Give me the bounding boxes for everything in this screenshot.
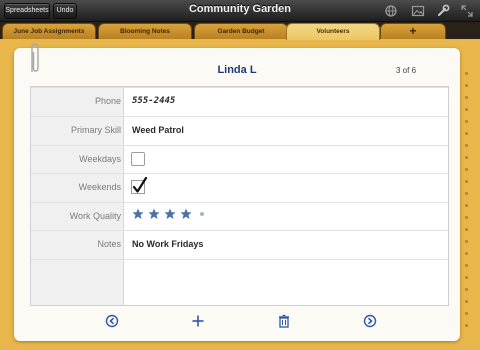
record-navigation-bar: [14, 312, 460, 332]
app-title: Community Garden: [188, 3, 292, 15]
row-divider: [31, 173, 448, 174]
rating-star-empty-icon[interactable]: [200, 212, 204, 216]
row-divider: [31, 230, 448, 231]
rating-star-filled-icon[interactable]: [132, 208, 144, 220]
notes-label: Notes: [97, 239, 121, 249]
rating-star-filled-icon[interactable]: [148, 208, 160, 220]
binder-dot: [465, 204, 468, 207]
binder-dot: [465, 108, 468, 111]
work-quality-label: Work Quality: [69, 211, 121, 221]
binder-dot: [465, 72, 468, 75]
primary-skill-value[interactable]: Weed Patrol: [132, 125, 184, 135]
binder-dot: [465, 252, 468, 255]
binder-dot: [465, 96, 468, 99]
weekdays-label: Weekdays: [79, 154, 121, 164]
undo-button[interactable]: Undo: [53, 3, 77, 19]
binder-dot: [465, 312, 468, 315]
spreadsheets-button[interactable]: Spreadsheets: [4, 3, 50, 19]
row-divider: [31, 202, 448, 203]
binder-dot: [465, 192, 468, 195]
wrench-icon[interactable]: [436, 4, 450, 18]
label-column: [31, 87, 124, 305]
binder-dot: [465, 180, 468, 183]
record-form: Phone 555-2445 Primary Skill Weed Patrol…: [30, 86, 449, 306]
delete-record-icon[interactable]: [277, 314, 291, 328]
binder-dot: [465, 228, 468, 231]
phone-value[interactable]: 555-2445: [132, 96, 175, 106]
add-tab-button[interactable]: +: [380, 23, 446, 39]
next-record-icon[interactable]: [363, 314, 377, 328]
row-divider: [31, 145, 448, 146]
top-toolbar: Spreadsheets Undo Community Garden: [0, 0, 480, 22]
add-record-icon[interactable]: [191, 314, 205, 328]
previous-record-icon[interactable]: [105, 314, 119, 328]
phone-label: Phone: [94, 96, 121, 106]
record-counter: 3 of 6: [396, 66, 417, 75]
globe-icon[interactable]: [384, 4, 398, 18]
row-divider: [31, 87, 448, 88]
binder-dot: [465, 240, 468, 243]
weekends-label: Weekends: [78, 182, 121, 192]
binder-dot: [465, 216, 468, 219]
binder-dot: [465, 288, 468, 291]
binder-dot: [465, 324, 468, 327]
binder-dot: [465, 276, 468, 279]
photo-icon[interactable]: [411, 4, 425, 18]
expand-icon[interactable]: [460, 4, 474, 18]
row-divider: [31, 116, 448, 117]
weekdays-checkbox[interactable]: [131, 152, 145, 166]
binder-dot: [465, 168, 468, 171]
tab-volunteers[interactable]: Volunteers: [286, 23, 380, 40]
binder-dot: [465, 120, 468, 123]
binder-dot: [465, 144, 468, 147]
rating-star-filled-icon[interactable]: [164, 208, 176, 220]
tab-june-job-assignments[interactable]: June Job Assignments: [2, 23, 96, 39]
row-divider: [31, 259, 448, 260]
sheet-tabs: June Job Assignments Blooming Notes Gard…: [0, 22, 480, 40]
binder-dot: [465, 264, 468, 267]
binder-dot: [465, 132, 468, 135]
binder-dot: [465, 84, 468, 87]
record-title: Linda L: [217, 64, 257, 76]
weekends-checkbox[interactable]: [131, 177, 149, 195]
primary-skill-label: Primary Skill: [70, 125, 121, 135]
binder-dot: [465, 156, 468, 159]
binder-dot: [465, 300, 468, 303]
tab-garden-budget[interactable]: Garden Budget: [194, 23, 288, 39]
rating-star-filled-icon[interactable]: [180, 208, 192, 220]
notes-value[interactable]: No Work Fridays: [132, 239, 203, 249]
binder-dots: [464, 72, 470, 332]
tab-blooming-notes[interactable]: Blooming Notes: [98, 23, 192, 39]
